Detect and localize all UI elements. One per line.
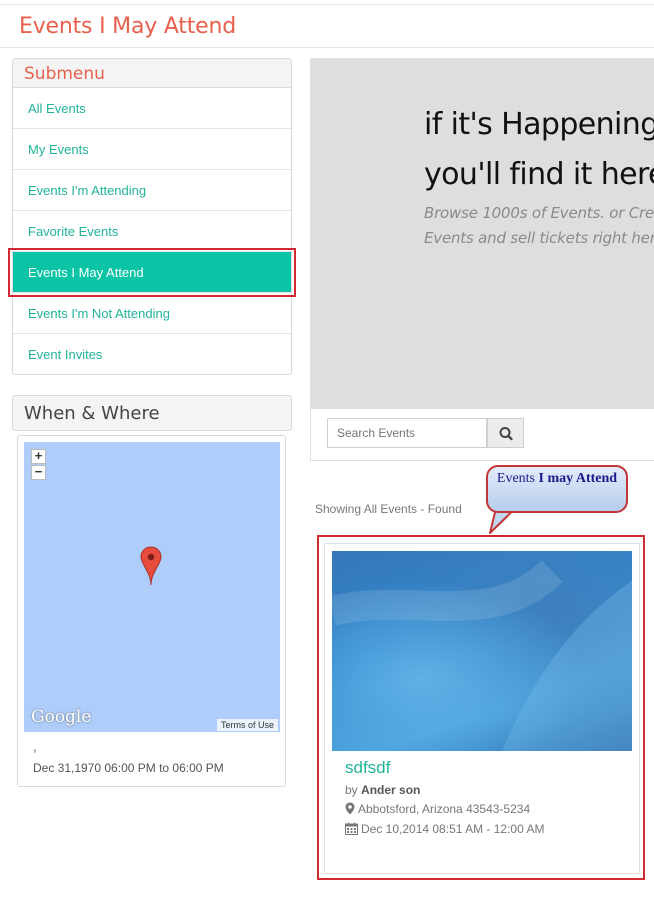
submenu-item-event-invites[interactable]: Event Invites <box>13 334 291 375</box>
event-date-range: Dec 31,1970 06:00 PM to 06:00 PM <box>33 761 224 775</box>
submenu-heading: Submenu <box>13 59 291 88</box>
hero-subtext-2: Events and sell tickets right here <box>424 229 654 247</box>
callout-text-plain: Events <box>496 471 536 486</box>
when-where-heading: When & Where <box>12 395 292 431</box>
page-header: Events I May Attend <box>0 4 654 48</box>
search-button[interactable] <box>487 418 524 448</box>
hero-headline-1: if it's Happening <box>424 107 654 142</box>
hero-panel: if it's Happening you'll find it here Br… <box>310 58 654 461</box>
search-input[interactable] <box>327 418 487 448</box>
map[interactable]: + − Google Terms of Use <box>24 442 280 732</box>
hero-headline-2: you'll find it here <box>424 157 654 192</box>
submenu-item-all-events[interactable]: All Events <box>13 88 291 129</box>
active-item-highlight <box>8 248 296 297</box>
page-title: Events I May Attend <box>19 14 236 39</box>
annotation-callout: Events I may Attend <box>486 465 628 513</box>
event-card-highlight <box>317 535 645 880</box>
map-zoom-in-button[interactable]: + <box>31 449 46 464</box>
submenu-item-my-events[interactable]: My Events <box>13 129 291 170</box>
map-card: + − Google Terms of Use , Dec 31,1970 06… <box>17 435 286 787</box>
search-icon <box>499 427 513 441</box>
hero-banner: if it's Happening you'll find it here Br… <box>311 59 654 409</box>
submenu-panel: Submenu All Events My Events Events I'm … <box>12 58 292 375</box>
callout-text-bold: I may Attend <box>538 471 618 486</box>
hero-subtext-1: Browse 1000s of Events. or Create <box>424 204 654 222</box>
submenu-item-events-attending[interactable]: Events I'm Attending <box>13 170 291 211</box>
submenu-item-favorite-events[interactable]: Favorite Events <box>13 211 291 252</box>
terms-of-use-link[interactable]: Terms of Use <box>216 719 278 731</box>
map-pin-icon[interactable] <box>140 546 162 586</box>
google-logo: Google <box>31 707 92 727</box>
submenu-item-events-not-attending[interactable]: Events I'm Not Attending <box>13 293 291 334</box>
event-address: , <box>33 739 37 754</box>
results-count-label: Showing All Events - Found <box>315 502 462 516</box>
map-zoom-out-button[interactable]: − <box>31 465 46 480</box>
